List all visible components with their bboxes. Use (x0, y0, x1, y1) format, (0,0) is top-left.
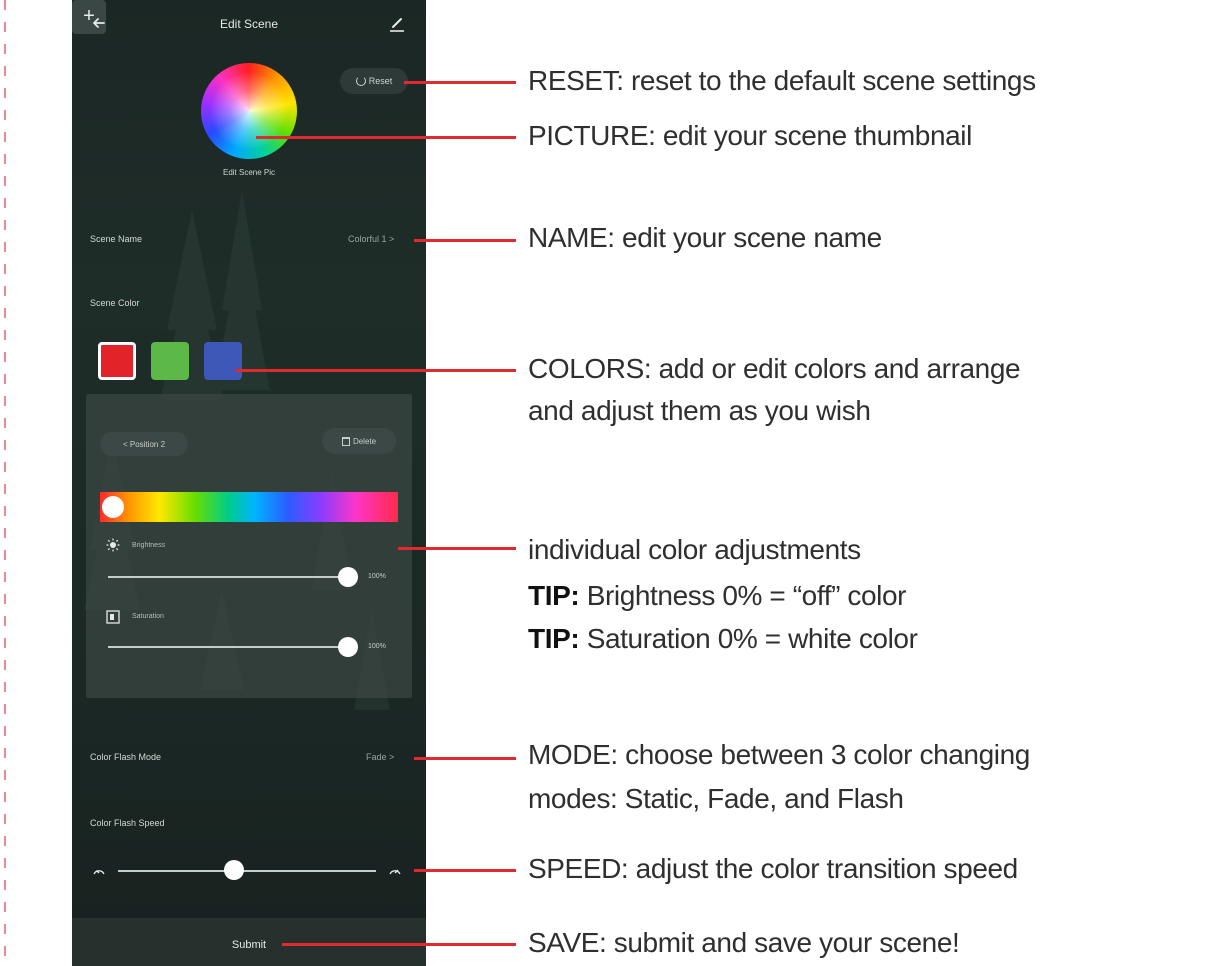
speed-annotation: SPEED: adjust the color transition speed (528, 853, 1018, 884)
trash-icon (341, 436, 350, 446)
phone-screen: Edit Scene Reset Edit Scene Pic Scene Na… (72, 0, 426, 966)
top-bar: Edit Scene (72, 0, 426, 50)
tip-saturation: TIP: Saturation 0% = white color (528, 620, 918, 658)
fast-speed-icon (389, 869, 401, 875)
scene-name-label: Scene Name (90, 234, 143, 244)
name-callout-line (414, 239, 516, 242)
reset-annotation: RESET: reset to the default scene settin… (528, 65, 1036, 96)
colors-annotation-line1: COLORS: add or edit colors and arrange (528, 353, 1021, 384)
colors-annotation-line2: and adjust them as you wish (528, 395, 871, 426)
reset-button[interactable]: Reset (340, 68, 408, 94)
adjust-callout-line (398, 547, 516, 550)
speed-callout-line (414, 869, 516, 872)
color-swatch-green[interactable] (151, 342, 189, 380)
delete-label: Delete (352, 436, 377, 446)
saturation-handle[interactable] (338, 637, 358, 657)
hue-slider-handle[interactable] (102, 496, 124, 518)
mode-annotation-line1: MODE: choose between 3 color changing (528, 739, 1030, 770)
picture-callout-line (256, 136, 516, 139)
scene-picture[interactable] (201, 63, 297, 159)
scene-name-value[interactable]: Colorful 1 > (348, 234, 394, 244)
flash-mode-label: Color Flash Mode (90, 752, 162, 762)
name-annotation: NAME: edit your scene name (528, 222, 882, 253)
reset-icon (355, 76, 366, 86)
brightness-label: Brightness (132, 542, 166, 549)
instruction-graphic: Edit Scene Reset Edit Scene Pic Scene Na… (0, 0, 1212, 966)
speed-track[interactable] (118, 870, 376, 872)
tip-saturation-text: Saturation 0% = white color (586, 623, 918, 654)
adjust-annotation: individual color adjustments (528, 534, 861, 565)
colors-callout-line (236, 369, 516, 372)
flash-mode-value[interactable]: Fade > (366, 752, 394, 762)
scene-picture-label: Edit Scene Pic (222, 168, 276, 177)
color-swatch-blue[interactable] (204, 342, 242, 380)
saturation-icon (106, 610, 120, 624)
position-button[interactable]: < Position 2 (100, 432, 188, 456)
save-annotation: SAVE: submit and save your scene! (528, 927, 960, 958)
reset-label: Reset (368, 76, 393, 86)
tip-brightness: TIP: Brightness 0% = “off” color (528, 577, 906, 615)
flash-speed-label: Color Flash Speed (90, 818, 165, 828)
tip-label: TIP: (528, 580, 580, 611)
saturation-label: Saturation (132, 613, 164, 620)
pencil-icon[interactable] (386, 12, 408, 34)
tip-brightness-text: Brightness 0% = “off” color (586, 580, 907, 611)
mode-annotation-line2: modes: Static, Fade, and Flash (528, 783, 904, 814)
saturation-track[interactable] (108, 646, 348, 648)
save-callout-line (282, 943, 516, 946)
color-swatch-red[interactable] (98, 342, 136, 380)
page-title: Edit Scene (219, 17, 279, 31)
scene-color-label: Scene Color (90, 298, 140, 308)
submit-button[interactable]: Submit (72, 918, 426, 966)
hue-slider[interactable] (100, 492, 398, 522)
page-edge-dashes (4, 0, 6, 966)
sun-icon (106, 538, 120, 552)
saturation-value: 100% (368, 643, 386, 650)
speed-handle[interactable] (224, 860, 245, 880)
brightness-value: 100% (368, 573, 386, 580)
brightness-handle[interactable] (338, 567, 358, 587)
reset-callout-line (404, 81, 516, 84)
tip-label: TIP: (528, 623, 580, 654)
brightness-track[interactable] (108, 576, 348, 578)
picture-annotation: PICTURE: edit your scene thumbnail (528, 120, 972, 151)
mode-callout-line (414, 757, 516, 760)
slow-speed-icon (93, 870, 105, 875)
delete-button[interactable]: Delete (322, 428, 396, 454)
